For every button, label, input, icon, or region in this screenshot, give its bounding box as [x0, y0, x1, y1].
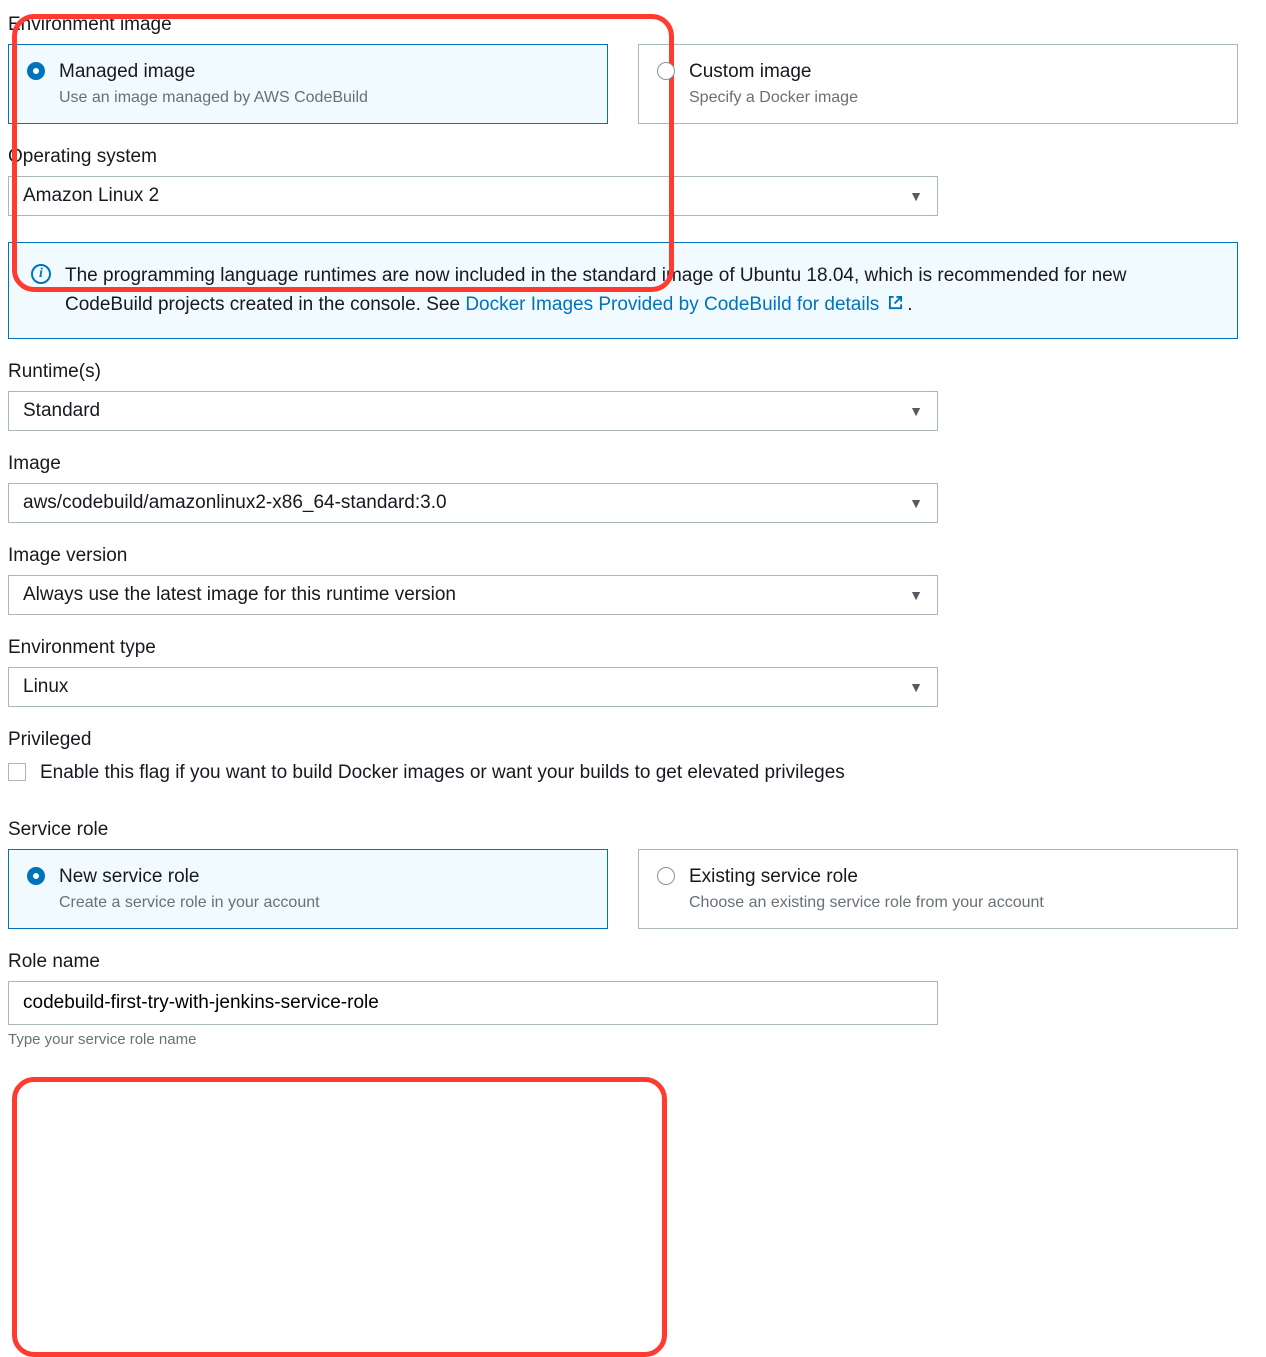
info-icon: i: [31, 264, 51, 284]
radio-desc: Use an image managed by AWS CodeBuild: [59, 87, 589, 109]
image-version-select[interactable]: Always use the latest image for this run…: [8, 575, 938, 615]
image-value: aws/codebuild/amazonlinux2-x86_64-standa…: [23, 492, 447, 514]
radio-dot-icon: [657, 867, 675, 885]
image-label: Image: [8, 453, 1258, 475]
radio-custom-image[interactable]: Custom image Specify a Docker image: [638, 44, 1238, 124]
caret-down-icon: ▼: [909, 188, 923, 204]
os-value: Amazon Linux 2: [23, 185, 159, 207]
info-after: .: [907, 294, 912, 315]
radio-title: Custom image: [689, 59, 1219, 85]
service-role-label: Service role: [8, 819, 1258, 841]
radio-desc: Specify a Docker image: [689, 87, 1219, 109]
radio-title: Existing service role: [689, 864, 1219, 890]
caret-down-icon: ▼: [909, 495, 923, 511]
caret-down-icon: ▼: [909, 403, 923, 419]
env-type-select[interactable]: Linux ▼: [8, 667, 938, 707]
role-name-label: Role name: [8, 951, 1258, 973]
runtime-select[interactable]: Standard ▼: [8, 391, 938, 431]
role-name-input[interactable]: [8, 981, 938, 1025]
privileged-checkbox[interactable]: [8, 763, 26, 781]
os-label: Operating system: [8, 146, 1258, 168]
radio-title: New service role: [59, 864, 589, 890]
env-type-label: Environment type: [8, 637, 1258, 659]
env-type-value: Linux: [23, 676, 68, 698]
os-select[interactable]: Amazon Linux 2 ▼: [8, 176, 938, 216]
runtime-label: Runtime(s): [8, 361, 1258, 383]
radio-dot-icon: [27, 62, 45, 80]
privileged-label: Privileged: [8, 729, 1258, 751]
external-link-icon: [883, 296, 907, 313]
radio-dot-icon: [657, 62, 675, 80]
radio-managed-image[interactable]: Managed image Use an image managed by AW…: [8, 44, 608, 124]
info-link[interactable]: Docker Images Provided by CodeBuild for …: [465, 294, 907, 315]
radio-desc: Create a service role in your account: [59, 892, 589, 914]
caret-down-icon: ▼: [909, 679, 923, 695]
caret-down-icon: ▼: [909, 587, 923, 603]
radio-title: Managed image: [59, 59, 589, 85]
radio-dot-icon: [27, 867, 45, 885]
role-name-helper: Type your service role name: [8, 1031, 1258, 1048]
environment-image-label: Environment image: [8, 14, 1258, 36]
image-version-value: Always use the latest image for this run…: [23, 584, 456, 606]
runtime-value: Standard: [23, 400, 100, 422]
image-version-label: Image version: [8, 545, 1258, 567]
image-select[interactable]: aws/codebuild/amazonlinux2-x86_64-standa…: [8, 483, 938, 523]
radio-desc: Choose an existing service role from you…: [689, 892, 1219, 914]
radio-existing-service-role[interactable]: Existing service role Choose an existing…: [638, 849, 1238, 929]
radio-new-service-role[interactable]: New service role Create a service role i…: [8, 849, 608, 929]
info-alert: i The programming language runtimes are …: [8, 242, 1238, 339]
privileged-text: Enable this flag if you want to build Do…: [40, 759, 845, 788]
annotation-box-2: [12, 1077, 667, 1357]
